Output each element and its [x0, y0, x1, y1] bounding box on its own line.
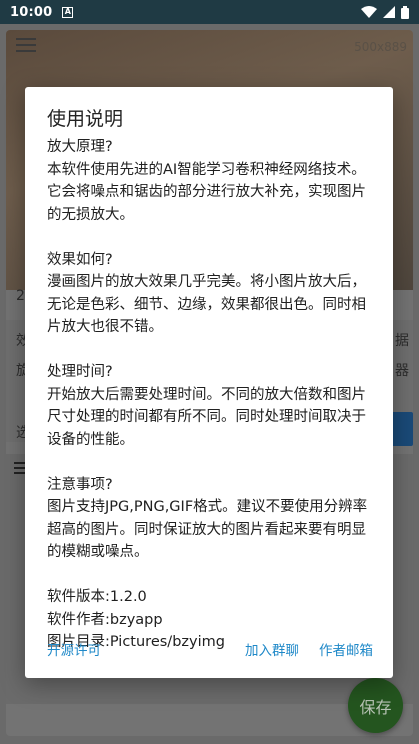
section-heading: 放大原理? [47, 139, 113, 155]
status-time: 10:00 [10, 4, 53, 20]
bg-fragment-text: 据 [395, 333, 409, 349]
section-effect: 效果如何? 漫画图片的放大效果几乎完美。将小图片放大后，无论是色彩、细节、边缘，… [47, 249, 377, 339]
section-heading: 效果如何? [47, 251, 113, 268]
usage-dialog: 使用说明 放大原理? 本软件使用先进的AI智能学习卷积神经网络技术。它会将噪点和… [25, 87, 393, 678]
join-group-button[interactable]: 加入群聊 [245, 639, 299, 659]
a-letter-icon: A [62, 6, 74, 18]
menu-icon[interactable] [16, 38, 36, 52]
author-text: 软件作者:bzyapp [47, 611, 163, 628]
version-text: 软件版本:1.2.0 [47, 589, 147, 605]
section-time: 处理时间? 开始放大后需要处理时间。不同的放大倍数和图片尺寸处理的时间都有所不同… [47, 361, 377, 451]
section-heading: 注意事项? [47, 476, 113, 493]
section-heading: 处理时间? [47, 364, 113, 380]
section-principle: 放大原理? 本软件使用先进的AI智能学习卷积神经网络技术。它会将噪点和锯齿的部分… [47, 136, 377, 226]
section-text: 漫画图片的放大效果几乎完美。将小图片放大后，无论是色彩、细节、边缘，效果都很出色… [47, 274, 366, 335]
author-email-button[interactable]: 作者邮箱 [319, 639, 373, 659]
section-text: 本软件使用先进的AI智能学习卷积神经网络技术。它会将噪点和锯齿的部分进行放大补充… [47, 161, 366, 223]
status-icons [361, 5, 409, 19]
dialog-actions: 开源许可 加入群聊 作者邮箱 [25, 639, 393, 663]
signal-icon [383, 6, 395, 18]
battery-icon [401, 5, 409, 19]
section-text: 开始放大后需要处理时间。不同的放大倍数和图片尺寸处理的时间都有所不同。同时处理时… [47, 386, 366, 448]
section-text: 图片支持JPG,PNG,GIF格式。建议不要使用分辨率超高的图片。同时保证放大的… [47, 499, 368, 560]
dialog-body: 放大原理? 本软件使用先进的AI智能学习卷积神经网络技术。它会将噪点和锯齿的部分… [47, 136, 377, 654]
image-size-label: 500x889 [354, 40, 407, 54]
bg-fragment-text: 2 [16, 288, 25, 304]
license-button[interactable]: 开源许可 [47, 639, 101, 659]
bg-fragment-text: 器 [395, 363, 409, 379]
wifi-icon [361, 6, 377, 18]
section-notes: 注意事项? 图片支持JPG,PNG,GIF格式。建议不要使用分辨率超高的图片。同… [47, 474, 377, 564]
save-button[interactable]: 保存 [348, 678, 403, 733]
dialog-title: 使用说明 [47, 108, 124, 130]
status-bar: 10:00 A [0, 0, 419, 24]
